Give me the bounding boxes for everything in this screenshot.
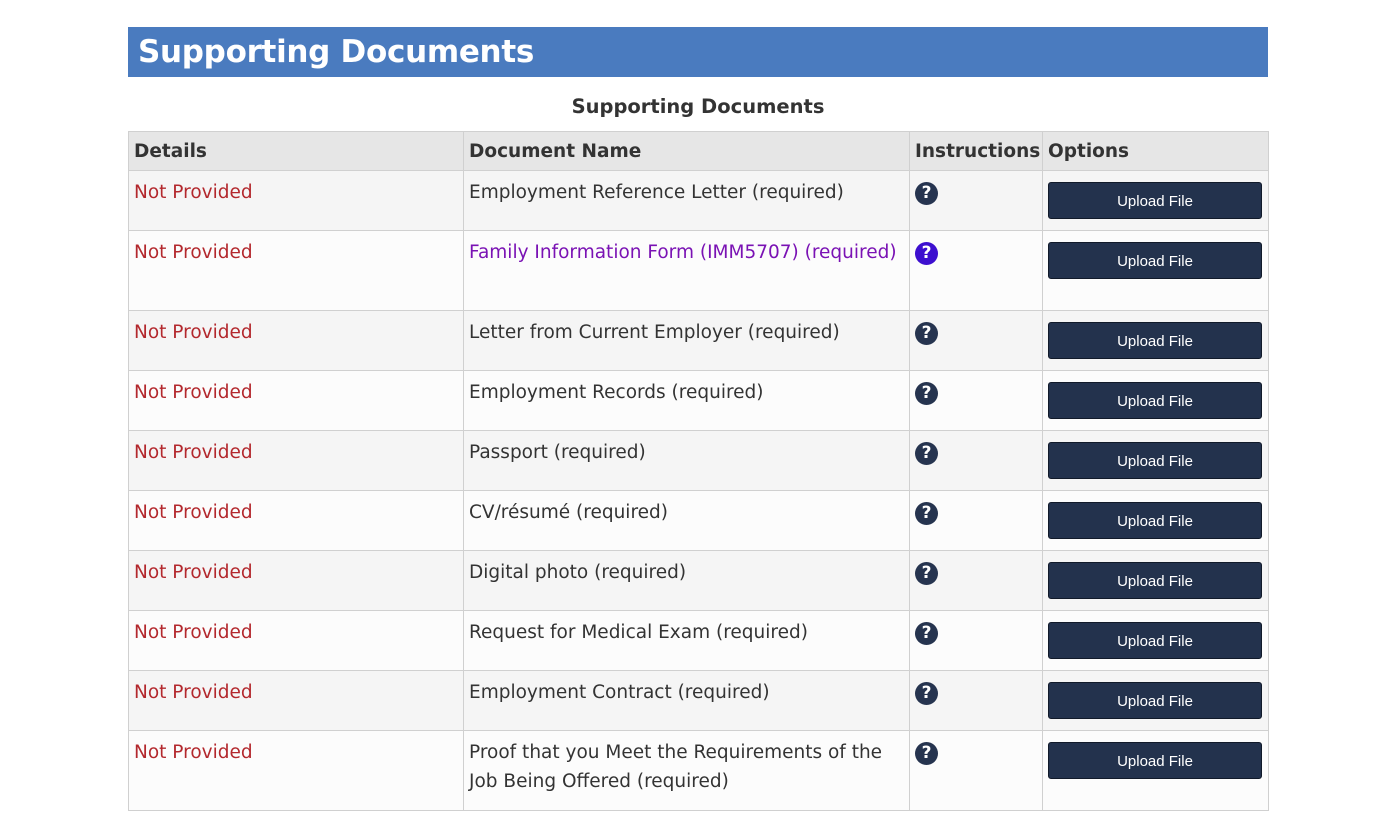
header-document-name: Document Name	[463, 131, 910, 171]
options-cell: Upload File	[1042, 230, 1269, 311]
supporting-documents-section: Supporting Documents Supporting Document…	[128, 27, 1269, 811]
upload-file-button[interactable]: Upload File	[1048, 562, 1262, 599]
instructions-cell: ?	[909, 170, 1043, 231]
question-circle-icon[interactable]: ?	[915, 242, 938, 265]
document-name-cell: Passport (required)	[463, 430, 910, 491]
instructions-cell: ?	[909, 550, 1043, 611]
document-name-cell: Digital photo (required)	[463, 550, 910, 611]
document-name: Employment Records (required)	[469, 382, 764, 403]
document-name: Proof that you Meet the Requirements of …	[469, 742, 883, 792]
status-text: Not Provided	[134, 322, 253, 343]
document-name-cell: Request for Medical Exam (required)	[463, 610, 910, 671]
upload-file-button[interactable]: Upload File	[1048, 322, 1262, 359]
status-text: Not Provided	[134, 242, 253, 263]
table-row: Not Provided Employment Records (require…	[128, 370, 1269, 431]
question-circle-icon[interactable]: ?	[915, 442, 938, 465]
upload-file-button[interactable]: Upload File	[1048, 182, 1262, 219]
upload-file-button[interactable]: Upload File	[1048, 622, 1262, 659]
status-text: Not Provided	[134, 622, 253, 643]
status-text: Not Provided	[134, 182, 253, 203]
status-text: Not Provided	[134, 682, 253, 703]
instructions-cell: ?	[909, 670, 1043, 731]
instructions-cell: ?	[909, 610, 1043, 671]
instructions-cell: ?	[909, 230, 1043, 311]
details-cell: Not Provided	[128, 550, 464, 611]
document-name: CV/résumé (required)	[469, 502, 668, 523]
question-circle-icon[interactable]: ?	[915, 562, 938, 585]
options-cell: Upload File	[1042, 730, 1269, 811]
instructions-cell: ?	[909, 490, 1043, 551]
document-name-cell: CV/résumé (required)	[463, 490, 910, 551]
details-cell: Not Provided	[128, 670, 464, 731]
details-cell: Not Provided	[128, 170, 464, 231]
page-banner-title: Supporting Documents	[128, 27, 1268, 77]
header-options: Options	[1042, 131, 1269, 171]
document-name: Letter from Current Employer (required)	[469, 322, 840, 343]
header-instructions: Instructions	[909, 131, 1043, 171]
document-name-cell: Proof that you Meet the Requirements of …	[463, 730, 910, 811]
table-row: Not Provided CV/résumé (required) ? Uplo…	[128, 490, 1269, 551]
table-caption: Supporting Documents	[571, 95, 825, 118]
document-name: Employment Reference Letter (required)	[469, 182, 844, 203]
options-cell: Upload File	[1042, 490, 1269, 551]
question-circle-icon[interactable]: ?	[915, 622, 938, 645]
document-name-cell: Letter from Current Employer (required)	[463, 310, 910, 371]
details-cell: Not Provided	[128, 430, 464, 491]
table-row: Not Provided Request for Medical Exam (r…	[128, 610, 1269, 671]
instructions-cell: ?	[909, 310, 1043, 371]
options-cell: Upload File	[1042, 550, 1269, 611]
upload-file-button[interactable]: Upload File	[1048, 442, 1262, 479]
table-row: Not Provided Letter from Current Employe…	[128, 310, 1269, 371]
document-name-cell: Family Information Form (IMM5707) (requi…	[463, 230, 910, 311]
document-name-cell: Employment Reference Letter (required)	[463, 170, 910, 231]
options-cell: Upload File	[1042, 370, 1269, 431]
table-row: Not Provided Family Information Form (IM…	[128, 230, 1269, 311]
question-circle-icon[interactable]: ?	[915, 382, 938, 405]
options-cell: Upload File	[1042, 310, 1269, 371]
document-name: Digital photo (required)	[469, 562, 687, 583]
status-text: Not Provided	[134, 742, 253, 763]
question-circle-icon[interactable]: ?	[915, 502, 938, 525]
upload-file-button[interactable]: Upload File	[1048, 742, 1262, 779]
status-text: Not Provided	[134, 442, 253, 463]
table-header-row: Details Document Name Instructions Optio…	[128, 131, 1269, 171]
details-cell: Not Provided	[128, 230, 464, 311]
instructions-cell: ?	[909, 370, 1043, 431]
document-name: Request for Medical Exam (required)	[469, 622, 808, 643]
table-row: Not Provided Proof that you Meet the Req…	[128, 730, 1269, 811]
options-cell: Upload File	[1042, 670, 1269, 731]
details-cell: Not Provided	[128, 610, 464, 671]
options-cell: Upload File	[1042, 430, 1269, 491]
instructions-cell: ?	[909, 730, 1043, 811]
table-row: Not Provided Employment Contract (requir…	[128, 670, 1269, 731]
options-cell: Upload File	[1042, 170, 1269, 231]
question-circle-icon[interactable]: ?	[915, 322, 938, 345]
instructions-cell: ?	[909, 430, 1043, 491]
upload-file-button[interactable]: Upload File	[1048, 682, 1262, 719]
question-circle-icon[interactable]: ?	[915, 682, 938, 705]
status-text: Not Provided	[134, 382, 253, 403]
details-cell: Not Provided	[128, 730, 464, 811]
documents-table: Details Document Name Instructions Optio…	[128, 131, 1269, 811]
status-text: Not Provided	[134, 502, 253, 523]
upload-file-button[interactable]: Upload File	[1048, 502, 1262, 539]
question-circle-icon[interactable]: ?	[915, 742, 938, 765]
status-text: Not Provided	[134, 562, 253, 583]
details-cell: Not Provided	[128, 490, 464, 551]
document-name: Employment Contract (required)	[469, 682, 770, 703]
document-name-cell: Employment Records (required)	[463, 370, 910, 431]
details-cell: Not Provided	[128, 370, 464, 431]
options-cell: Upload File	[1042, 610, 1269, 671]
header-details: Details	[128, 131, 464, 171]
upload-file-button[interactable]: Upload File	[1048, 382, 1262, 419]
document-name-link[interactable]: Family Information Form (IMM5707) (requi…	[469, 242, 897, 263]
question-circle-icon[interactable]: ?	[915, 182, 938, 205]
details-cell: Not Provided	[128, 310, 464, 371]
table-row: Not Provided Digital photo (required) ? …	[128, 550, 1269, 611]
document-name-cell: Employment Contract (required)	[463, 670, 910, 731]
table-row: Not Provided Passport (required) ? Uploa…	[128, 430, 1269, 491]
upload-file-button[interactable]: Upload File	[1048, 242, 1262, 279]
document-name: Passport (required)	[469, 442, 646, 463]
table-row: Not Provided Employment Reference Letter…	[128, 170, 1269, 231]
